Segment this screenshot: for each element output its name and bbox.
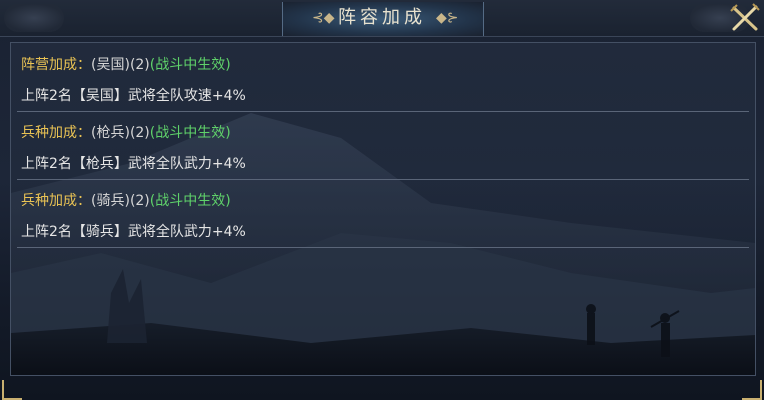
bonus-header: 兵种加成：(骑兵)(2)(战斗中生效) <box>21 190 231 212</box>
arrow-ornament-right-icon: ◆⊱ <box>436 10 459 26</box>
bonus-count: (2) <box>129 57 150 73</box>
bonus-target-name: (骑兵) <box>91 193 130 209</box>
bonus-description: 上阵2名【骑兵】武将全队武力+4% <box>21 224 246 240</box>
bonus-description: 上阵2名【吴国】武将全队攻速+4% <box>21 88 246 104</box>
bonus-target-name: (枪兵) <box>91 125 130 141</box>
bonus-entry-faction: 阵营加成：(吴国)(2)(战斗中生效) 上阵2名【吴国】武将全队攻速+4% <box>17 43 749 112</box>
bonus-header: 兵种加成：(枪兵)(2)(战斗中生效) <box>21 122 231 144</box>
bonus-type-label: 兵种加成： <box>21 125 91 141</box>
bonus-type-label: 阵营加成： <box>21 57 91 73</box>
title-bar: ⊰◆ 阵容加成 ◆⊱ <box>0 0 764 37</box>
bonus-list-panel: 阵营加成：(吴国)(2)(战斗中生效) 上阵2名【吴国】武将全队攻速+4% 兵种… <box>10 42 756 376</box>
corner-ornament-icon <box>2 380 22 400</box>
lineup-bonus-window: ⊰◆ 阵容加成 ◆⊱ 阵营加成：(吴国)(2)(战斗中生效) 上阵2名【吴国】武… <box>0 0 764 400</box>
bonus-entry-spearmen: 兵种加成：(枪兵)(2)(战斗中生效) 上阵2名【枪兵】武将全队武力+4% <box>17 111 749 180</box>
bonus-count: (2) <box>129 193 150 209</box>
corner-ornament-icon <box>742 380 762 400</box>
bonus-status: (战斗中生效) <box>149 57 231 73</box>
bonus-entry-cavalry: 兵种加成：(骑兵)(2)(战斗中生效) 上阵2名【骑兵】武将全队武力+4% <box>17 179 749 248</box>
bonus-count: (2) <box>129 125 150 141</box>
bonus-header: 阵营加成：(吴国)(2)(战斗中生效) <box>21 54 231 76</box>
bonus-target-name: (吴国) <box>91 57 130 73</box>
bonus-status: (战斗中生效) <box>149 125 231 141</box>
bonus-status: (战斗中生效) <box>149 193 231 209</box>
cloud-ornament-icon <box>4 4 64 32</box>
bonus-type-label: 兵种加成： <box>21 193 91 209</box>
close-button[interactable] <box>728 2 762 34</box>
bonus-description: 上阵2名【枪兵】武将全队武力+4% <box>21 156 246 172</box>
crossed-swords-close-icon <box>730 3 760 31</box>
